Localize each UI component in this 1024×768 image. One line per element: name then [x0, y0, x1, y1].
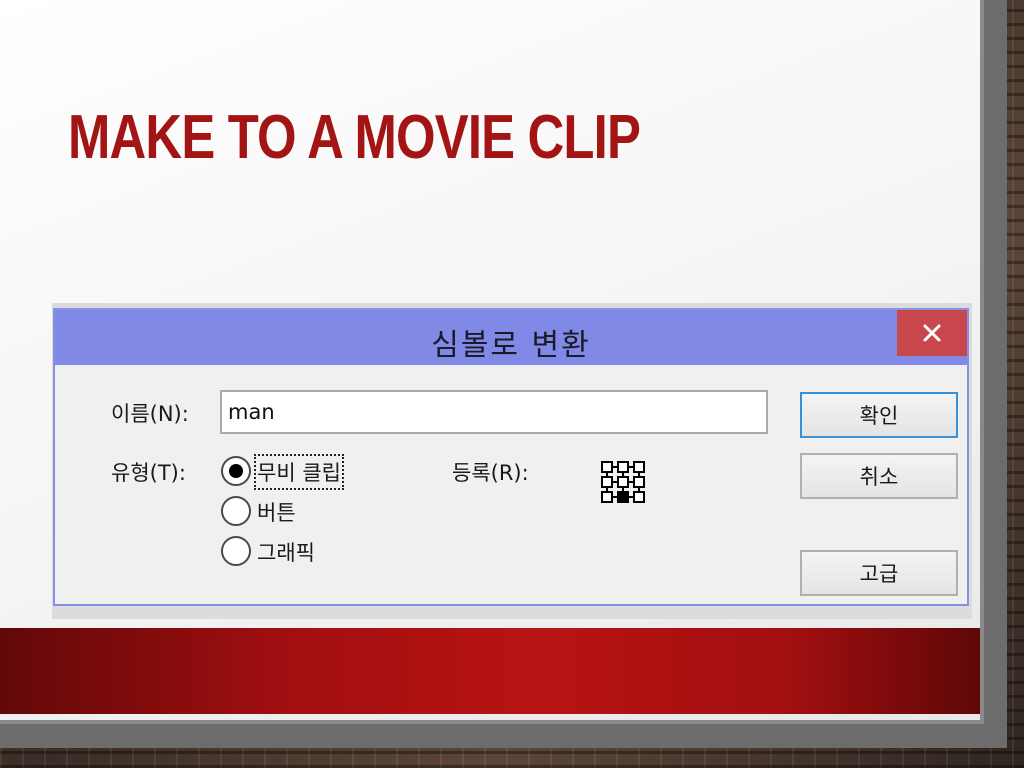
radio-selected-dot — [229, 464, 243, 478]
registration-point-grid-icon — [601, 461, 645, 503]
advanced-button[interactable]: 고급 — [800, 550, 958, 596]
name-input[interactable] — [220, 390, 768, 434]
registration-point-grid[interactable] — [600, 460, 646, 504]
convert-to-symbol-dialog: 심볼로 변환 이름(N): 유형(T): 무비 클립 버튼 그래픽 등록(R): — [53, 308, 969, 606]
radio-label-movie-clip[interactable]: 무비 클립 — [254, 454, 344, 490]
decorative-red-band — [0, 628, 980, 714]
registration-label: 등록(R): — [452, 461, 529, 485]
close-icon — [923, 324, 941, 342]
ok-button[interactable]: 확인 — [800, 392, 958, 438]
radio-button[interactable] — [221, 496, 251, 526]
radio-graphic[interactable] — [221, 536, 251, 566]
slide-title: MAKE TO A MOVIE CLIP — [68, 103, 641, 172]
radio-label-button[interactable]: 버튼 — [257, 497, 296, 527]
dialog-titlebar[interactable]: 심볼로 변환 — [55, 310, 967, 365]
dialog-title: 심볼로 변환 — [431, 328, 591, 363]
slide: MAKE TO A MOVIE CLIP 심볼로 변환 이름(N): 유형(T)… — [0, 0, 984, 724]
close-button[interactable] — [897, 310, 967, 356]
radio-label-graphic[interactable]: 그래픽 — [257, 537, 315, 567]
radio-movie-clip[interactable] — [221, 456, 251, 486]
cancel-button[interactable]: 취소 — [800, 453, 958, 499]
type-label: 유형(T): — [111, 461, 186, 485]
name-label: 이름(N): — [111, 402, 189, 426]
